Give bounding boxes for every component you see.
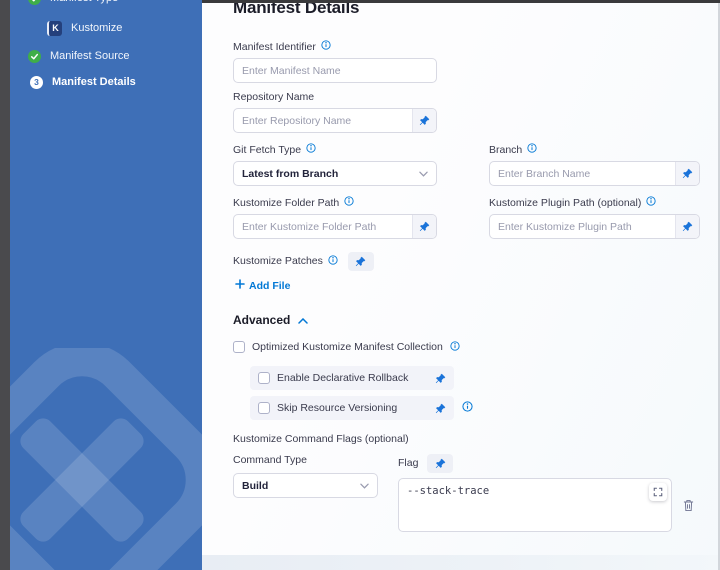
plugin-path-input[interactable] [490, 215, 675, 238]
manifest-details-panel: Manifest Details Manifest Identifier Rep… [202, 0, 720, 570]
optimized-collection-row: Optimized Kustomize Manifest Collection [233, 338, 700, 356]
branch-label: Branch [489, 144, 522, 157]
step-label: Manifest Type [50, 0, 118, 5]
repository-name-inputwrap [233, 108, 437, 133]
git-fetch-type-select[interactable]: Latest from Branch [233, 161, 437, 186]
step-manifest-details[interactable]: 3 Manifest Details [10, 75, 202, 89]
kustomize-icon: K [47, 21, 62, 36]
git-fetch-type-label: Git Fetch Type [233, 144, 301, 157]
kustomize-patches-header: Kustomize Patches [233, 252, 700, 271]
runtime-input-pin-icon[interactable] [412, 215, 436, 238]
repository-name-label-row: Repository Name [233, 91, 700, 104]
optimized-collection-checkbox[interactable] [233, 341, 245, 353]
runtime-input-pin-icon[interactable] [435, 403, 446, 414]
runtime-input-pin-icon[interactable] [675, 215, 699, 238]
info-icon[interactable] [462, 399, 473, 417]
info-icon[interactable] [306, 143, 316, 157]
kustomize-manifest-wizard: Manifest Type K Kustomize Manifest Sourc… [0, 0, 720, 570]
runtime-input-pin-icon[interactable] [675, 162, 699, 185]
branch-field: Branch [489, 143, 700, 186]
command-flags-label: Kustomize Command Flags (optional) [233, 433, 700, 445]
manifest-identifier-field: Manifest Identifier [233, 40, 700, 83]
manifest-identifier-input[interactable] [234, 59, 436, 82]
dimmed-page-edge [0, 0, 10, 570]
plugin-path-field: Kustomize Plugin Path (optional) [489, 196, 700, 239]
command-flags-row: Command Type Build Flag --stack-trace [233, 454, 700, 537]
folder-path-label: Kustomize Folder Path [233, 197, 339, 210]
panel-footer-band [202, 555, 720, 570]
wizard-steps-sidebar: Manifest Type K Kustomize Manifest Sourc… [10, 0, 202, 570]
info-icon[interactable] [321, 40, 331, 54]
skip-versioning-checkbox[interactable] [258, 402, 270, 414]
runtime-input-pin-icon[interactable] [435, 373, 446, 384]
step-label: Kustomize [71, 22, 122, 35]
command-type-field: Command Type Build [233, 454, 378, 537]
command-type-label: Command Type [233, 454, 307, 467]
repository-name-field: Repository Name [233, 91, 700, 133]
runtime-input-pin-icon[interactable] [412, 109, 436, 132]
fetch-branch-row: Git Fetch Type Latest from Branch Branch [233, 143, 700, 186]
manifest-identifier-label-row: Manifest Identifier [233, 40, 700, 54]
command-type-value: Build [242, 480, 268, 492]
step-label: Manifest Source [50, 50, 129, 63]
info-icon[interactable] [527, 143, 537, 157]
paths-row: Kustomize Folder Path Kustomize Plugin P… [233, 196, 700, 239]
step-manifest-source[interactable]: Manifest Source [10, 49, 202, 63]
kustomize-patches-label: Kustomize Patches [233, 255, 323, 268]
git-fetch-type-value: Latest from Branch [242, 168, 338, 180]
check-circle-icon [28, 0, 41, 5]
plugin-path-label: Kustomize Plugin Path (optional) [489, 197, 641, 210]
runtime-input-pin-icon[interactable] [348, 252, 374, 271]
step-manifest-type[interactable]: Manifest Type [10, 0, 202, 5]
info-icon[interactable] [450, 338, 460, 356]
folder-path-input[interactable] [234, 215, 412, 238]
info-icon[interactable] [328, 255, 338, 269]
harness-logo-watermark [10, 348, 202, 570]
advanced-toggle[interactable]: Advanced [233, 311, 700, 329]
flag-field: Flag --stack-trace [398, 454, 672, 537]
plus-icon [235, 279, 245, 292]
step-kustomize[interactable]: K Kustomize [10, 21, 202, 35]
declarative-rollback-label: Enable Declarative Rollback [277, 372, 428, 384]
dimmed-page-top-edge [202, 0, 720, 3]
manifest-identifier-label: Manifest Identifier [233, 41, 316, 54]
chevron-up-icon [298, 311, 308, 329]
declarative-rollback-checkbox[interactable] [258, 372, 270, 384]
manifest-identifier-inputwrap [233, 58, 437, 83]
chevron-down-icon [360, 480, 369, 492]
flag-textarea[interactable]: --stack-trace [398, 478, 672, 532]
branch-input[interactable] [490, 162, 675, 185]
add-file-button[interactable]: Add File [235, 279, 290, 292]
step-number-badge: 3 [30, 76, 43, 89]
wizard-step-list: Manifest Type K Kustomize Manifest Sourc… [10, 0, 202, 89]
trash-icon[interactable] [683, 499, 694, 512]
check-circle-icon [28, 50, 41, 63]
git-fetch-type-field: Git Fetch Type Latest from Branch [233, 143, 437, 186]
expand-icon[interactable] [649, 483, 667, 501]
skip-versioning-row: Skip Resource Versioning [250, 396, 700, 420]
folder-path-field: Kustomize Folder Path [233, 196, 437, 239]
runtime-input-pin-icon[interactable] [427, 454, 453, 473]
add-file-label: Add File [249, 280, 290, 292]
repository-name-label: Repository Name [233, 91, 314, 104]
skip-versioning-label: Skip Resource Versioning [277, 402, 428, 414]
repository-name-input[interactable] [234, 109, 412, 132]
advanced-title: Advanced [233, 313, 290, 327]
chevron-down-icon [419, 168, 428, 180]
optimized-collection-label: Optimized Kustomize Manifest Collection [252, 341, 443, 353]
flag-label: Flag [398, 457, 418, 470]
info-icon[interactable] [646, 196, 656, 210]
step-label: Manifest Details [52, 76, 136, 89]
declarative-rollback-row: Enable Declarative Rollback [250, 366, 700, 390]
info-icon[interactable] [344, 196, 354, 210]
command-type-select[interactable]: Build [233, 473, 378, 498]
